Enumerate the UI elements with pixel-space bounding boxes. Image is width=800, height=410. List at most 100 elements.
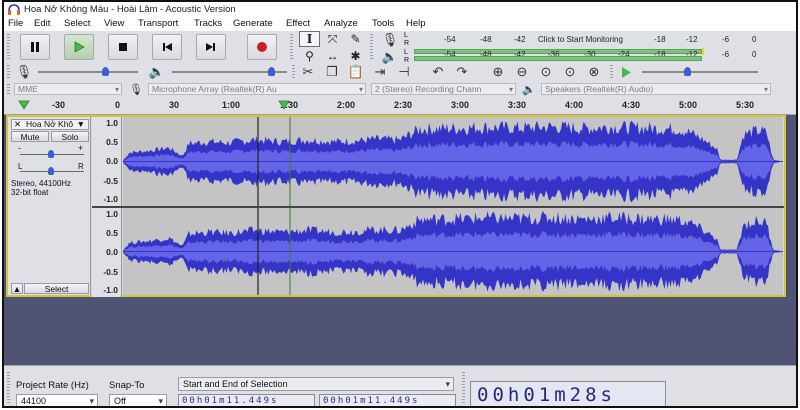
close-track-icon[interactable]: ✕ [14, 120, 21, 129]
pan-thumb[interactable] [48, 167, 54, 175]
record-button[interactable] [247, 34, 277, 60]
zoom-tool[interactable]: ⚲ [299, 48, 320, 64]
collapse-track-button[interactable]: ▲ [11, 283, 23, 294]
audio-position-display[interactable]: 00h01m28s [470, 381, 666, 406]
stop-button[interactable] [108, 34, 138, 60]
multi-tool[interactable]: ✱ [345, 48, 366, 64]
play-speed-thumb[interactable] [684, 67, 691, 76]
draw-tool[interactable]: ✎ [345, 31, 366, 47]
record-volume-slider[interactable] [38, 71, 138, 73]
meter-tick: -42 [514, 35, 526, 44]
recording-device-select[interactable]: Microphone Array (Realtek(R) Au [148, 83, 366, 95]
waveform-right-channel[interactable] [123, 208, 783, 295]
pause-button[interactable] [20, 34, 50, 60]
title-bar: Hoa Nở Không Màu - Hoài Lâm - Acoustic V… [4, 2, 796, 17]
scale-tick: 0.0 [106, 247, 118, 257]
skip-start-icon [163, 43, 172, 51]
toolbar-grip[interactable] [292, 65, 295, 79]
undo-button[interactable]: ↶ [428, 63, 448, 81]
menu-view[interactable]: View [104, 18, 124, 29]
zoom-out-button[interactable]: ⊖ [512, 63, 532, 81]
play-speed-slider[interactable] [642, 71, 758, 73]
speaker-icon: 🔈 [522, 83, 536, 96]
zoom-in-button[interactable]: ⊕ [488, 63, 508, 81]
record-meter-button[interactable]: 🎙 [380, 31, 400, 49]
menu-file[interactable]: File [8, 18, 23, 29]
timeline-ruler[interactable]: -30 0 30 1:00 1:30 2:00 2:30 3:00 3:30 4… [4, 97, 796, 115]
play-icon [74, 41, 85, 53]
track-sample-rate: Stereo, 44100Hz [11, 179, 72, 188]
toolbar-grip[interactable] [7, 34, 10, 60]
vertical-scale-right[interactable]: 1.0 0.5 0.0 -0.5 -1.0 [92, 208, 122, 297]
menu-transport[interactable]: Transport [138, 18, 178, 29]
zoom-in-icon: ⊕ [492, 64, 504, 79]
toolbar-grip[interactable] [290, 34, 293, 60]
audio-host-select[interactable]: MME [14, 83, 122, 95]
gain-thumb[interactable] [48, 150, 54, 158]
menu-effect[interactable]: Effect [286, 18, 310, 29]
audio-track[interactable]: ✕ Hoa Nở Khô ▼ Mute Solo - + L R Stereo,… [6, 115, 786, 297]
toolbar-grip[interactable] [370, 34, 373, 60]
record-volume-thumb[interactable] [102, 67, 109, 76]
toolbar-grip[interactable] [610, 65, 613, 79]
toolbar-grip[interactable] [7, 84, 10, 95]
selection-start-time[interactable]: 00h01m11.449s [178, 394, 315, 406]
mute-button[interactable]: Mute [11, 131, 49, 142]
playhead-marker-icon[interactable] [278, 100, 290, 110]
track-format-info: Stereo, 44100Hz 32-bit float [11, 179, 71, 197]
select-track-button[interactable]: Select [24, 283, 89, 294]
solo-button[interactable]: Solo [51, 131, 89, 142]
menu-generate[interactable]: Generate [233, 18, 273, 29]
envelope-tool[interactable]: ⤧ [322, 31, 343, 47]
snap-to-select[interactable]: Off [109, 394, 167, 406]
vertical-scale-left[interactable]: 1.0 0.5 0.0 -0.5 -1.0 [92, 117, 122, 206]
paste-button[interactable]: 📋 [346, 63, 366, 81]
selection-end-time[interactable]: 00h01m11.449s [319, 394, 456, 406]
menu-tracks[interactable]: Tracks [194, 18, 222, 29]
waveform-left-channel[interactable] [123, 117, 783, 206]
scale-tick: 1.0 [106, 209, 118, 219]
meter-tick: 0 [752, 50, 757, 59]
menu-edit[interactable]: Edit [34, 18, 50, 29]
playback-meter-bar-right [414, 56, 702, 61]
fit-selection-button[interactable]: ⊙ [536, 63, 556, 81]
record-meter-scale[interactable]: -54 -48 -42 Click to Start Monitoring -1… [414, 35, 762, 45]
track-name[interactable]: Hoa Nở Khô [26, 120, 73, 129]
channel-label: R [404, 40, 410, 47]
timeline-tick: 1:00 [222, 100, 241, 110]
fit-project-button[interactable]: ⊙ [560, 63, 580, 81]
skip-to-end-button[interactable] [196, 34, 226, 60]
track-menu-chevron-icon[interactable]: ▼ [77, 120, 85, 129]
timeline-options-icon[interactable] [18, 100, 30, 110]
menu-help[interactable]: Help [406, 18, 426, 29]
toolbar-grip[interactable] [7, 65, 10, 79]
selection-mode-select[interactable]: Start and End of Selection [178, 377, 454, 391]
playback-device-select[interactable]: Speakers (Realtek(R) Audio) [541, 83, 771, 95]
selection-tool[interactable]: I [299, 31, 320, 47]
cut-button[interactable]: ✂ [298, 63, 318, 81]
trim-button[interactable]: ⇥ [370, 63, 390, 81]
device-toolbar: MME 🎙 Microphone Array (Realtek(R) Au 2 … [4, 82, 796, 97]
menu-tools[interactable]: Tools [372, 18, 394, 29]
pan-right-label: R [78, 162, 84, 171]
playback-volume-thumb[interactable] [268, 67, 275, 76]
menu-analyze[interactable]: Analyze [324, 18, 358, 29]
track-panel[interactable]: ✕ Hoa Nở Khô ▼ Mute Solo - + L R Stereo,… [4, 115, 796, 365]
skip-to-start-button[interactable] [152, 34, 182, 60]
play-button[interactable] [64, 34, 94, 60]
recording-channels-select[interactable]: 2 (Stereo) Recording Chann [371, 83, 516, 95]
copy-button[interactable]: ❐ [322, 63, 342, 81]
click-to-start-monitoring[interactable]: Click to Start Monitoring [538, 35, 623, 44]
play-at-speed-button[interactable] [616, 63, 636, 81]
toolbar-grip[interactable] [7, 372, 10, 404]
project-rate-select[interactable]: 44100 [16, 394, 98, 406]
speaker-icon: 🔈 [148, 64, 166, 79]
record-meter-channels: L R [404, 32, 409, 48]
menu-select[interactable]: Select [64, 18, 90, 29]
silence-button[interactable]: ⊣ [394, 63, 414, 81]
toolbar-grip[interactable] [462, 372, 465, 404]
track-header: ✕ Hoa Nở Khô ▼ [11, 119, 89, 130]
time-shift-tool[interactable]: ↔ [322, 48, 343, 64]
redo-button[interactable]: ↷ [452, 63, 472, 81]
zoom-toggle-button[interactable]: ⊗ [584, 63, 604, 81]
